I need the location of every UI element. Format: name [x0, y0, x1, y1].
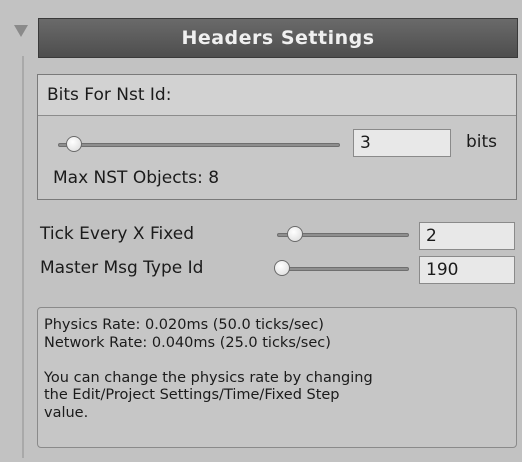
bits-value-field[interactable]: 3	[353, 129, 451, 157]
inspector-panel: Headers Settings Bits For Nst Id: 3 bits…	[0, 0, 522, 462]
bits-title-label: Bits For Nst Id:	[47, 85, 172, 105]
master-msg-value-field[interactable]: 190	[419, 256, 515, 284]
bits-unit-label: bits	[466, 132, 498, 152]
master-msg-type-label: Master Msg Type Id	[40, 258, 204, 278]
physics-rate-info-box: Physics Rate: 0.020ms (50.0 ticks/sec) N…	[37, 307, 517, 448]
master-msg-slider-thumb[interactable]	[274, 260, 290, 276]
max-nst-objects-label: Max NST Objects: 8	[53, 168, 220, 188]
triangle-down-icon[interactable]	[14, 25, 28, 37]
section-title: Headers Settings	[181, 27, 375, 49]
master-msg-slider-track[interactable]	[277, 267, 409, 271]
bits-slider-track[interactable]	[58, 143, 340, 147]
tick-every-value-field[interactable]: 2	[419, 222, 515, 250]
bits-title-row: Bits For Nst Id:	[38, 75, 516, 116]
headers-settings-header[interactable]: Headers Settings	[38, 18, 518, 58]
bits-slider-thumb[interactable]	[66, 136, 82, 152]
tick-every-slider-thumb[interactable]	[287, 226, 303, 242]
indent-guide	[22, 56, 24, 458]
bits-for-nst-id-box: Bits For Nst Id: 3 bits Max NST Objects:…	[37, 74, 517, 200]
tick-every-label: Tick Every X Fixed	[40, 224, 194, 244]
